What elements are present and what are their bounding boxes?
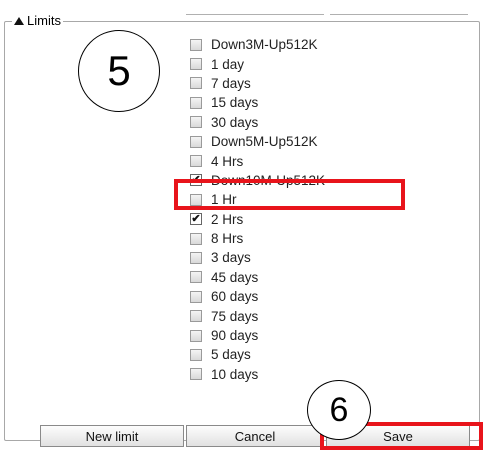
- limit-item[interactable]: 1 day: [190, 54, 325, 73]
- checkbox-unchecked[interactable]: [190, 116, 202, 129]
- checkbox-unchecked[interactable]: [190, 58, 202, 71]
- limit-label: 5 days: [211, 347, 251, 363]
- checkbox-unchecked[interactable]: [190, 271, 202, 284]
- limit-item[interactable]: 10 days: [190, 365, 325, 384]
- checkbox-unchecked[interactable]: [190, 135, 202, 148]
- limit-item[interactable]: 3 days: [190, 248, 325, 267]
- limit-item[interactable]: 7 days: [190, 74, 325, 93]
- checkbox-unchecked[interactable]: [190, 155, 202, 168]
- checkbox-unchecked[interactable]: [190, 96, 202, 109]
- limit-label: 7 days: [211, 75, 251, 91]
- limits-legend-label: Limits: [27, 13, 61, 28]
- checkbox-unchecked[interactable]: [190, 310, 202, 323]
- checkbox-unchecked[interactable]: [190, 232, 202, 245]
- highlight-down10m-row: [174, 179, 405, 210]
- limit-item[interactable]: 4 Hrs: [190, 151, 325, 170]
- limit-item[interactable]: 45 days: [190, 268, 325, 287]
- checkbox-unchecked[interactable]: [190, 290, 202, 303]
- limit-label: 10 days: [211, 366, 259, 382]
- step-6-marker: 6: [307, 380, 371, 440]
- limit-item[interactable]: 75 days: [190, 306, 325, 325]
- checkbox-checked[interactable]: ✔: [190, 213, 202, 226]
- new-limit-button[interactable]: New limit: [40, 425, 184, 447]
- limit-item[interactable]: 15 days: [190, 93, 325, 112]
- top-field-right: [330, 0, 468, 15]
- limit-item[interactable]: 5 days: [190, 345, 325, 364]
- checkbox-unchecked[interactable]: [190, 77, 202, 90]
- checkbox-unchecked[interactable]: [190, 251, 202, 264]
- limit-label: Down3M-Up512K: [211, 37, 318, 53]
- limit-label: 3 days: [211, 250, 251, 266]
- limit-item[interactable]: 60 days: [190, 287, 325, 306]
- limit-label: 75 days: [211, 308, 259, 324]
- top-field-left: [186, 0, 324, 15]
- limit-label: 45 days: [211, 269, 259, 285]
- limits-legend[interactable]: Limits: [12, 14, 63, 28]
- limit-label: 4 Hrs: [211, 153, 244, 169]
- limit-label: 2 Hrs: [211, 211, 244, 227]
- limit-item[interactable]: 30 days: [190, 113, 325, 132]
- limit-item[interactable]: ✔ 2 Hrs: [190, 210, 325, 229]
- triangle-up-icon[interactable]: [14, 17, 24, 25]
- checkbox-unchecked[interactable]: [190, 38, 202, 51]
- cancel-button[interactable]: Cancel: [186, 425, 324, 447]
- checkbox-unchecked[interactable]: [190, 348, 202, 361]
- limit-label: 60 days: [211, 289, 259, 305]
- checkmark-icon: ✔: [191, 213, 201, 226]
- limit-item[interactable]: Down5M-Up512K: [190, 132, 325, 151]
- limit-label: 90 days: [211, 328, 259, 344]
- limit-label: 30 days: [211, 114, 259, 130]
- limit-item[interactable]: 90 days: [190, 326, 325, 345]
- step-5-marker: 5: [78, 30, 160, 112]
- checkbox-unchecked[interactable]: [190, 329, 202, 342]
- limit-label: 8 Hrs: [211, 231, 244, 247]
- limit-item[interactable]: 8 Hrs: [190, 229, 325, 248]
- limit-label: 1 day: [211, 56, 245, 72]
- limit-label: Down5M-Up512K: [211, 134, 318, 150]
- checkbox-unchecked[interactable]: [190, 368, 202, 381]
- limit-item[interactable]: Down3M-Up512K: [190, 35, 325, 54]
- limit-label: 15 days: [211, 95, 259, 111]
